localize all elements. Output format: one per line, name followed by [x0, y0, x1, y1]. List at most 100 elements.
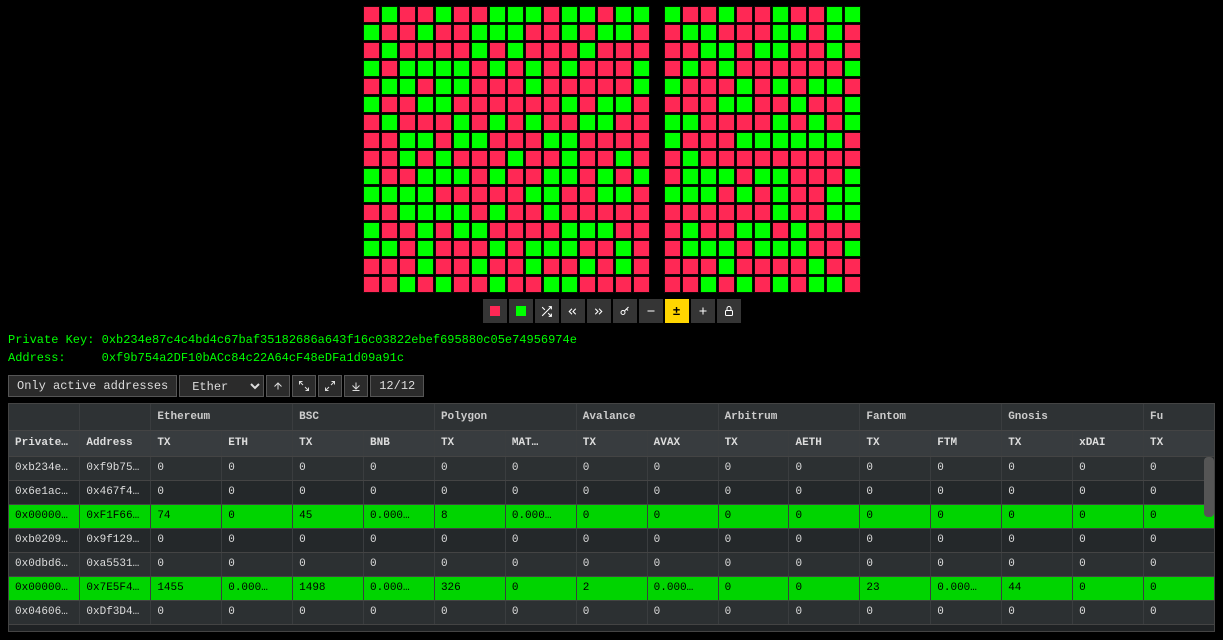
bit-cell[interactable]	[507, 150, 524, 167]
bit-cell[interactable]	[417, 276, 434, 293]
column-header[interactable]: TX	[1002, 430, 1073, 456]
bit-cell[interactable]	[399, 132, 416, 149]
bit-cell[interactable]	[435, 150, 452, 167]
bit-cell[interactable]	[718, 240, 735, 257]
bit-cell[interactable]	[453, 186, 470, 203]
bit-cell[interactable]	[790, 150, 807, 167]
bit-cell[interactable]	[844, 96, 861, 113]
bit-cell[interactable]	[543, 168, 560, 185]
bit-cell[interactable]	[633, 150, 650, 167]
bit-cell[interactable]	[579, 258, 596, 275]
bit-cell[interactable]	[543, 240, 560, 257]
bit-cell[interactable]	[718, 114, 735, 131]
bit-cell[interactable]	[435, 186, 452, 203]
bit-cell[interactable]	[700, 114, 717, 131]
bit-cell[interactable]	[471, 204, 488, 221]
bit-cell[interactable]	[579, 60, 596, 77]
bit-cell[interactable]	[808, 132, 825, 149]
bit-cell[interactable]	[772, 240, 789, 257]
currency-select[interactable]: Ether	[179, 375, 264, 397]
bit-cell[interactable]	[790, 42, 807, 59]
bit-cell[interactable]	[736, 60, 753, 77]
bit-cell[interactable]	[615, 186, 632, 203]
green-button[interactable]	[509, 299, 533, 323]
bit-cell[interactable]	[754, 24, 771, 41]
column-header[interactable]: xDAI	[1073, 430, 1144, 456]
table-row[interactable]: 0xb0209a204720c69fc541b80…0x9f129CdC274c…	[9, 528, 1215, 552]
bit-cell[interactable]	[682, 240, 699, 257]
bit-cell[interactable]	[808, 222, 825, 239]
bit-cell[interactable]	[664, 114, 681, 131]
bit-cell[interactable]	[507, 132, 524, 149]
bit-cell[interactable]	[736, 96, 753, 113]
bit-cell[interactable]	[399, 24, 416, 41]
bit-cell[interactable]	[489, 240, 506, 257]
bit-cell[interactable]	[844, 6, 861, 23]
bit-cell[interactable]	[633, 132, 650, 149]
bit-cell[interactable]	[363, 42, 380, 59]
bit-cell[interactable]	[417, 6, 434, 23]
bit-cell[interactable]	[489, 24, 506, 41]
bit-cell[interactable]	[579, 24, 596, 41]
bit-cell[interactable]	[597, 240, 614, 257]
bit-cell[interactable]	[453, 168, 470, 185]
bit-cell[interactable]	[826, 258, 843, 275]
bit-cell[interactable]	[682, 168, 699, 185]
bit-cell[interactable]	[664, 96, 681, 113]
bit-cell[interactable]	[736, 168, 753, 185]
bit-cell[interactable]	[615, 96, 632, 113]
bit-cell[interactable]	[754, 186, 771, 203]
column-header[interactable]: FTM	[931, 430, 1002, 456]
bit-cell[interactable]	[381, 42, 398, 59]
bit-cell[interactable]	[435, 6, 452, 23]
lock-button[interactable]	[717, 299, 741, 323]
bit-cell[interactable]	[453, 24, 470, 41]
bit-cell[interactable]	[381, 150, 398, 167]
bit-cell[interactable]	[471, 42, 488, 59]
bit-cell[interactable]	[808, 150, 825, 167]
bit-cell[interactable]	[597, 42, 614, 59]
bit-cell[interactable]	[381, 258, 398, 275]
bit-cell[interactable]	[561, 132, 578, 149]
bit-cell[interactable]	[525, 96, 542, 113]
bit-cell[interactable]	[664, 240, 681, 257]
bit-cell[interactable]	[507, 114, 524, 131]
bit-cell[interactable]	[489, 114, 506, 131]
bit-cell[interactable]	[736, 6, 753, 23]
plus-button[interactable]	[691, 299, 715, 323]
bit-cell[interactable]	[718, 222, 735, 239]
bit-cell[interactable]	[826, 240, 843, 257]
bit-cell[interactable]	[718, 276, 735, 293]
bit-cell[interactable]	[615, 168, 632, 185]
bit-cell[interactable]	[489, 78, 506, 95]
bit-cell[interactable]	[754, 6, 771, 23]
bit-cell[interactable]	[772, 258, 789, 275]
bit-cell[interactable]	[615, 276, 632, 293]
bit-cell[interactable]	[543, 60, 560, 77]
bit-cell[interactable]	[754, 96, 771, 113]
bit-cell[interactable]	[507, 6, 524, 23]
bit-cell[interactable]	[417, 204, 434, 221]
bit-cell[interactable]	[381, 114, 398, 131]
bit-cell[interactable]	[790, 204, 807, 221]
bit-cell[interactable]	[682, 60, 699, 77]
bit-cell[interactable]	[579, 204, 596, 221]
column-header[interactable]: AVAX	[647, 430, 718, 456]
bit-cell[interactable]	[772, 42, 789, 59]
bit-cell[interactable]	[399, 240, 416, 257]
bit-cell[interactable]	[772, 78, 789, 95]
bit-cell[interactable]	[507, 42, 524, 59]
bit-cell[interactable]	[417, 78, 434, 95]
bit-cell[interactable]	[633, 276, 650, 293]
bit-cell[interactable]	[615, 240, 632, 257]
bit-cell[interactable]	[435, 114, 452, 131]
bit-cell[interactable]	[417, 132, 434, 149]
shuffle-button[interactable]	[535, 299, 559, 323]
bit-cell[interactable]	[700, 276, 717, 293]
bit-cell[interactable]	[597, 204, 614, 221]
column-header[interactable]: Private Key	[9, 430, 80, 456]
bit-cell[interactable]	[754, 114, 771, 131]
bit-cell[interactable]	[489, 168, 506, 185]
bit-cell[interactable]	[772, 60, 789, 77]
first-button[interactable]	[561, 299, 585, 323]
